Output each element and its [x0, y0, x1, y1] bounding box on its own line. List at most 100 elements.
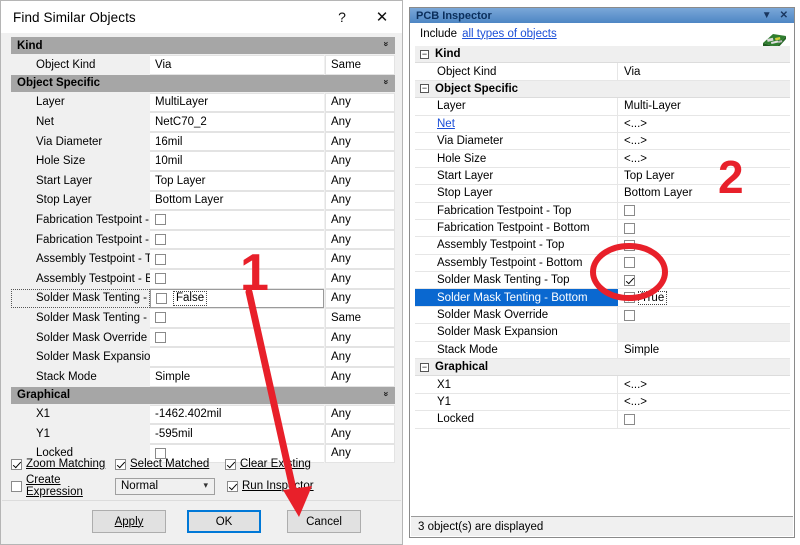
attribute-row[interactable]: Stack Mode Simple Any — [11, 366, 395, 387]
value-checkbox[interactable] — [155, 332, 166, 344]
attribute-row[interactable]: Layer MultiLayer Any — [11, 92, 395, 113]
match-cell[interactable]: Any — [325, 347, 395, 367]
inspector-row[interactable]: Solder Mask Expansion — [415, 324, 790, 342]
attribute-value[interactable]: Bottom Layer — [150, 190, 324, 211]
inspector-row[interactable]: Y1 <...> — [415, 393, 790, 412]
attribute-row[interactable]: Fabrication Testpoint - T Any — [11, 210, 395, 230]
inspector-property-value[interactable]: Simple — [618, 342, 790, 358]
attribute-value[interactable]: False — [150, 288, 324, 309]
inspector-row[interactable]: Object Kind Via — [415, 63, 790, 81]
match-cell[interactable]: Same — [325, 55, 395, 75]
match-cell[interactable]: Any — [325, 288, 395, 309]
inspector-property-value[interactable]: Via — [618, 63, 790, 79]
inspector-row[interactable]: Start Layer Top Layer — [415, 167, 790, 186]
collapse-expander-icon[interactable]: − — [420, 84, 429, 94]
inspector-group-kind[interactable]: − Kind — [415, 46, 790, 64]
value-checkbox[interactable] — [155, 312, 166, 324]
inspector-group-graphical[interactable]: − Graphical — [415, 359, 790, 377]
inspector-row[interactable]: Fabrication Testpoint - Top — [415, 202, 790, 220]
chevron-collapse-icon[interactable]: » — [381, 41, 391, 46]
attribute-value[interactable]: MultiLayer — [150, 92, 324, 113]
attribute-row[interactable]: Via Diameter 16mil Any — [11, 131, 395, 152]
value-checkbox[interactable] — [155, 234, 166, 246]
attribute-value[interactable]: Top Layer — [150, 170, 324, 191]
value-checkbox[interactable] — [624, 222, 635, 234]
inspector-property-value[interactable] — [618, 255, 790, 271]
inspector-row[interactable]: Solder Mask Tenting - Bottom True — [415, 289, 790, 307]
attribute-row[interactable]: Hole Size 10mil Any — [11, 151, 395, 171]
value-checkbox[interactable] — [624, 239, 635, 251]
select-matched-checkbox[interactable]: Select Matched — [115, 458, 225, 470]
attribute-row[interactable]: X1 -1462.402mil Any — [11, 404, 395, 425]
value-checkbox[interactable] — [624, 274, 635, 286]
match-cell[interactable]: Any — [325, 151, 395, 171]
group-header-kind[interactable]: Kind » — [11, 37, 395, 55]
match-cell[interactable]: Any — [325, 190, 395, 211]
attribute-value[interactable] — [150, 308, 324, 328]
inspector-property-value[interactable] — [618, 324, 790, 341]
inspector-property-value[interactable]: Top Layer — [618, 168, 790, 184]
net-link[interactable]: Net — [437, 118, 455, 130]
group-header-graphical[interactable]: Graphical » — [11, 386, 395, 405]
attribute-row[interactable]: Net NetC70_2 Any — [11, 112, 395, 132]
attribute-row[interactable]: Start Layer Top Layer Any — [11, 170, 395, 191]
close-icon[interactable]: ✕ — [780, 10, 788, 21]
zoom-matching-checkbox[interactable]: Zoom Matching — [11, 458, 115, 470]
match-cell[interactable]: Any — [325, 170, 395, 191]
inspector-row[interactable]: Hole Size <...> — [415, 150, 790, 168]
close-icon[interactable]: ✕ — [362, 2, 402, 33]
inspector-row[interactable]: X1 <...> — [415, 376, 790, 394]
collapse-expander-icon[interactable]: − — [420, 49, 429, 59]
include-scope-link[interactable]: all types of objects — [462, 28, 557, 40]
value-checkbox[interactable] — [155, 253, 166, 265]
inspector-property-value[interactable]: Multi-Layer — [618, 98, 790, 114]
inspector-property-value[interactable]: <...> — [618, 394, 790, 410]
inspector-property-value[interactable] — [618, 220, 790, 236]
inspector-property-value[interactable]: <...> — [618, 150, 790, 166]
mode-select[interactable]: Normal ▾ — [115, 477, 215, 495]
attribute-value[interactable]: Via — [150, 55, 324, 75]
value-checkbox[interactable] — [624, 257, 635, 269]
inspector-row[interactable]: Solder Mask Tenting - Top — [415, 272, 790, 290]
inspector-row[interactable]: Assembly Testpoint - Bottom — [415, 254, 790, 273]
value-checkbox[interactable] — [624, 309, 635, 321]
create-expression-checkbox[interactable]: Create Expression — [11, 474, 115, 498]
group-header-object-specific[interactable]: Object Specific » — [11, 74, 395, 93]
inspector-property-value[interactable]: <...> — [618, 376, 790, 392]
inspector-row[interactable]: Locked — [415, 411, 790, 429]
value-checkbox[interactable] — [624, 205, 635, 217]
value-checkbox[interactable] — [624, 413, 635, 425]
attribute-value[interactable] — [150, 327, 324, 348]
attribute-row[interactable]: Solder Mask Tenting - B Same — [11, 308, 395, 328]
attribute-row[interactable]: Assembly Testpoint - Top Any — [11, 249, 395, 269]
inspector-property-value[interactable] — [618, 237, 790, 253]
inspector-row[interactable]: Assembly Testpoint - Top — [415, 237, 790, 255]
attribute-value[interactable] — [150, 229, 324, 250]
attribute-value[interactable] — [150, 347, 324, 367]
inspector-property-value[interactable]: Bottom Layer — [618, 185, 790, 201]
match-cell[interactable]: Any — [325, 229, 395, 250]
inspector-row[interactable]: Layer Multi-Layer — [415, 98, 790, 116]
attribute-value[interactable]: -1462.402mil — [150, 404, 324, 425]
attribute-row[interactable]: Y1 -595mil Any — [11, 424, 395, 444]
attribute-row[interactable]: Assembly Testpoint - Bot Any — [11, 268, 395, 289]
attribute-row[interactable]: Solder Mask Override Any — [11, 327, 395, 348]
match-cell[interactable]: Any — [325, 366, 395, 387]
cancel-button[interactable]: Cancel — [287, 510, 361, 533]
match-cell[interactable]: Any — [325, 404, 395, 425]
attribute-row[interactable]: Solder Mask Tenting - T False Any — [11, 288, 395, 309]
attribute-value[interactable] — [150, 249, 324, 269]
match-cell[interactable]: Any — [325, 92, 395, 113]
chevron-collapse-icon[interactable]: » — [381, 79, 391, 84]
inspector-property-value[interactable] — [618, 272, 790, 288]
run-inspector-checkbox[interactable]: Run Inspector — [227, 480, 314, 492]
attribute-value[interactable]: NetC70_2 — [150, 112, 324, 132]
match-cell[interactable]: Any — [325, 210, 395, 230]
attribute-row[interactable]: Object Kind Via Same — [11, 55, 395, 75]
match-cell[interactable]: Any — [325, 424, 395, 444]
inspector-group-object-specific[interactable]: − Object Specific — [415, 80, 790, 99]
inspector-row[interactable]: Solder Mask Override — [415, 306, 790, 325]
match-cell[interactable]: Any — [325, 268, 395, 289]
inspector-property-value[interactable] — [618, 307, 790, 323]
attribute-value[interactable]: 10mil — [150, 151, 324, 171]
